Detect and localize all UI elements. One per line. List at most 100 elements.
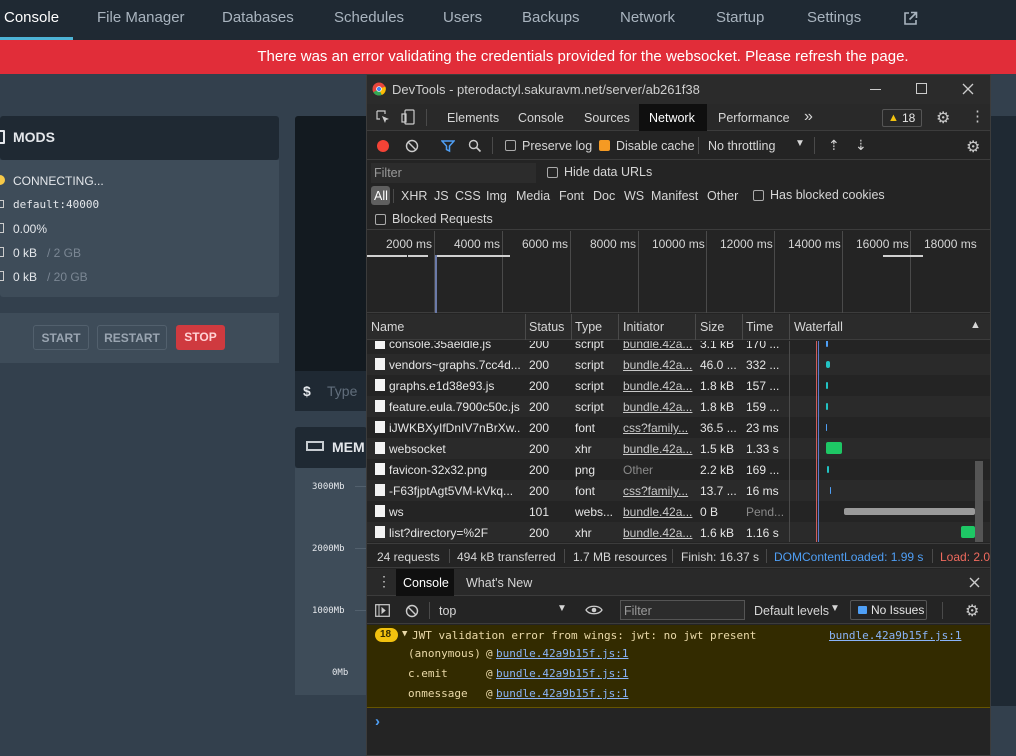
type-ws[interactable]: WS (624, 189, 644, 203)
nav-tab-startup[interactable]: Startup (716, 9, 764, 26)
request-initiator[interactable]: bundle.42a... (623, 341, 693, 351)
type-all[interactable]: All (374, 189, 388, 203)
warnings-badge[interactable]: ▲ 18 (882, 109, 922, 127)
filter-funnel-icon[interactable] (441, 139, 455, 153)
blocked-requests-checkbox[interactable] (375, 214, 386, 225)
stack-link-1[interactable]: bundle.42a9b15f.js:1 (496, 647, 628, 660)
export-har-icon[interactable]: ⇣ (855, 137, 867, 154)
close-drawer-icon[interactable] (969, 577, 980, 588)
clear-icon[interactable] (405, 139, 419, 153)
nav-tab-network[interactable]: Network (620, 9, 675, 26)
more-tabs-icon[interactable]: » (804, 108, 813, 126)
column-size[interactable]: Size (700, 320, 724, 334)
nav-tab-databases[interactable]: Databases (222, 9, 294, 26)
column-type[interactable]: Type (575, 320, 602, 334)
tab-network[interactable]: Network (649, 111, 695, 125)
search-icon[interactable] (468, 139, 482, 153)
external-link-icon[interactable] (903, 11, 918, 26)
tab-elements[interactable]: Elements (447, 111, 499, 125)
nav-tab-schedules[interactable]: Schedules (334, 9, 404, 26)
tab-performance[interactable]: Performance (718, 111, 790, 125)
has-blocked-cookies-checkbox[interactable] (753, 190, 764, 201)
nav-tab-settings[interactable]: Settings (807, 9, 861, 26)
log-levels-select[interactable]: Default levels (754, 604, 829, 618)
throttling-select[interactable]: No throttling (708, 139, 775, 153)
request-initiator[interactable]: bundle.42a... (623, 505, 693, 519)
nav-tab-file-manager[interactable]: File Manager (97, 9, 185, 26)
device-toolbar-icon[interactable] (401, 109, 415, 125)
drawer-tab-console[interactable]: Console (403, 576, 449, 590)
restart-button[interactable]: RESTART (97, 325, 167, 350)
nav-tab-console[interactable]: Console (4, 9, 59, 26)
tab-console[interactable]: Console (518, 111, 564, 125)
context-select[interactable]: top (439, 604, 456, 618)
kebab-menu-icon[interactable]: ⋮ (970, 107, 985, 125)
column-waterfall[interactable]: Waterfall (794, 320, 843, 334)
stop-button[interactable]: STOP (176, 325, 225, 350)
type-media[interactable]: Media (516, 189, 550, 203)
column-name[interactable]: Name (371, 320, 404, 334)
type-css[interactable]: CSS (455, 189, 481, 203)
stack-link-2[interactable]: bundle.42a9b15f.js:1 (496, 667, 628, 680)
close-window-icon[interactable] (962, 83, 974, 95)
show-sidebar-icon[interactable] (375, 604, 390, 617)
clear-console-icon[interactable] (405, 604, 419, 618)
throttling-dropdown-icon[interactable]: ▼ (795, 138, 805, 149)
stack-link-3[interactable]: bundle.42a9b15f.js:1 (496, 687, 628, 700)
record-icon[interactable] (377, 140, 389, 152)
expand-triangle-icon[interactable]: ▼ (402, 629, 407, 639)
live-expression-eye-icon[interactable] (585, 604, 603, 616)
request-row[interactable]: graphs.e1d38e93.js 200 script bundle.42a...… (367, 375, 990, 396)
start-button[interactable]: START (33, 325, 89, 350)
column-initiator[interactable]: Initiator (623, 320, 664, 334)
terminal-input[interactable]: Type (327, 383, 357, 399)
type-manifest[interactable]: Manifest (651, 189, 698, 203)
drawer-menu-icon[interactable]: ⋮ (377, 573, 391, 590)
console-settings-icon[interactable]: ⚙ (965, 601, 979, 621)
type-js[interactable]: JS (434, 189, 449, 203)
preserve-log-checkbox[interactable] (505, 140, 516, 151)
request-initiator[interactable]: css?family... (623, 421, 693, 435)
request-initiator[interactable]: bundle.42a... (623, 526, 693, 540)
warning-source-link[interactable]: bundle.42a9b15f.js:1 (829, 629, 961, 642)
nav-tab-backups[interactable]: Backups (522, 9, 580, 26)
type-other[interactable]: Other (707, 189, 738, 203)
drawer-tab-whats-new[interactable]: What's New (466, 576, 532, 590)
request-initiator[interactable]: Other (623, 463, 693, 477)
context-dropdown-icon[interactable]: ▼ (557, 603, 567, 614)
import-har-icon[interactable]: ⇡ (828, 137, 840, 154)
request-row[interactable]: ws 101 webs... bundle.42a... 0 B Pend... (367, 501, 990, 522)
request-row[interactable]: iJWKBXyIfDnIV7nBrXw... 200 font css?family.… (367, 417, 990, 438)
request-initiator[interactable]: bundle.42a... (623, 442, 693, 456)
filter-input[interactable]: Filter (374, 166, 402, 180)
table-scrollbar[interactable] (975, 461, 983, 542)
request-row[interactable]: -F63fjptAgt5VM-kVkq... 200 font css?family.… (367, 480, 990, 501)
request-row[interactable]: websocket 200 xhr bundle.42a... 1.5 kB 1.33 s (367, 438, 990, 459)
request-initiator[interactable]: bundle.42a... (623, 379, 693, 393)
sort-ascending-icon[interactable]: ▲ (970, 319, 981, 331)
log-levels-dropdown-icon[interactable]: ▼ (830, 603, 840, 614)
hide-data-urls-checkbox[interactable] (547, 167, 558, 178)
request-initiator[interactable]: bundle.42a... (623, 400, 693, 414)
console-prompt-area[interactable]: › (367, 709, 990, 755)
type-font[interactable]: Font (559, 189, 584, 203)
issues-button[interactable]: No Issues (850, 600, 927, 620)
console-filter-input[interactable]: Filter (624, 604, 652, 618)
settings-gear-icon[interactable]: ⚙ (936, 108, 950, 128)
type-img[interactable]: Img (486, 189, 507, 203)
type-doc[interactable]: Doc (593, 189, 615, 203)
request-initiator[interactable]: css?family... (623, 484, 693, 498)
minimize-icon[interactable] (870, 89, 881, 90)
network-settings-icon[interactable]: ⚙ (966, 137, 980, 157)
column-status[interactable]: Status (529, 320, 564, 334)
tab-sources[interactable]: Sources (584, 111, 630, 125)
request-row[interactable]: favicon-32x32.png 200 png Other 2.2 kB 169 ..… (367, 459, 990, 480)
nav-tab-users[interactable]: Users (443, 9, 482, 26)
maximize-icon[interactable] (916, 83, 927, 94)
inspect-element-icon[interactable] (376, 110, 390, 124)
request-row[interactable]: console.35aeldle.js 200 script bundle.42a..… (367, 341, 990, 354)
column-time[interactable]: Time (746, 320, 773, 334)
request-row[interactable]: list?directory=%2F 200 xhr bundle.42a... 1.6… (367, 522, 990, 542)
request-row[interactable]: feature.eula.7900c50c.js 200 script bundle.… (367, 396, 990, 417)
disable-cache-checkbox[interactable] (599, 140, 610, 151)
